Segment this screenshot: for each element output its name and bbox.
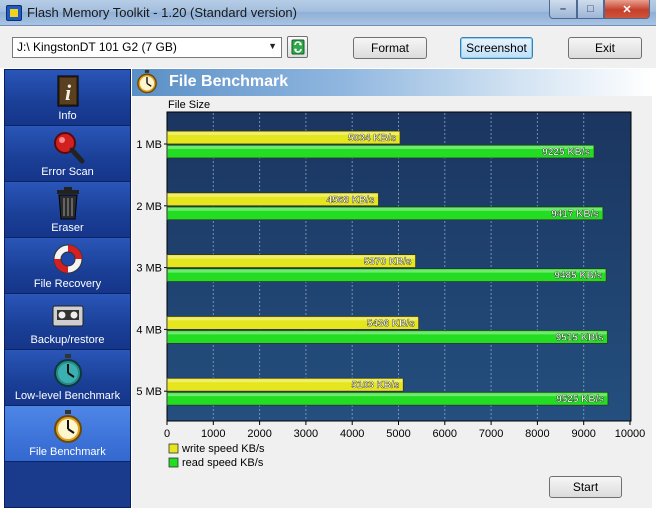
legend-swatch (168, 457, 179, 468)
x-tick-label: 7000 (479, 428, 503, 440)
bar-highlight (168, 269, 606, 273)
y-axis-title: File Size (168, 99, 210, 111)
sidebar-item-error-scan[interactable]: Error Scan (5, 126, 130, 182)
data-label: 9485 KB/s (554, 271, 602, 282)
sidebar: i Info Error Scan Eraser File Recovery B… (4, 69, 131, 508)
benchmark-chart: File Size 0 1000 2000 3000 4000 5000 6000 7000 80… (136, 99, 646, 469)
data-label: 9515 KB/s (556, 332, 604, 343)
sidebar-item-info[interactable]: i Info (5, 70, 130, 126)
legend-swatch (168, 443, 179, 454)
x-tick-label: 5000 (386, 428, 410, 440)
stopwatch-icon (54, 410, 82, 443)
sidebar-item-low-level-benchmark[interactable]: Low-level Benchmark (5, 350, 130, 406)
maximize-button[interactable]: □ (577, 0, 604, 19)
sidebar-item-file-benchmark[interactable]: File Benchmark (5, 406, 130, 462)
x-tick-label: 10000 (615, 428, 646, 440)
magnifier-icon (54, 132, 85, 164)
data-label: 9525 KB/s (556, 394, 604, 405)
page-title: File Benchmark (169, 73, 289, 90)
main-panel: File Benchmark File Size 0 1000 2000 3000 400… (132, 69, 652, 508)
bar-highlight (168, 207, 603, 211)
window-title: Flash Memory Toolkit - 1.20 (Standard ve… (27, 5, 297, 20)
y-tick-label: 5 MB (136, 386, 162, 398)
toolbar: J:\ KingstonDT 101 G2 (7 GB) ▼ Format Sc… (0, 26, 656, 68)
title-bar: Flash Memory Toolkit - 1.20 (Standard ve… (0, 0, 656, 26)
x-tick-label: 4000 (340, 428, 364, 440)
x-tick-label: 8000 (525, 428, 549, 440)
data-label: 9225 KB/s (542, 147, 590, 158)
sidebar-item-backup-restore[interactable]: Backup/restore (5, 294, 130, 350)
data-label: 5034 KB/s (348, 133, 396, 144)
sidebar-item-label: File Recovery (33, 278, 102, 290)
x-tick-label: 3000 (294, 428, 318, 440)
data-label: 4568 KB/s (327, 195, 375, 206)
lifebuoy-icon (53, 244, 83, 274)
data-label: 9417 KB/s (551, 209, 599, 220)
legend-label: read speed KB/s (182, 457, 264, 469)
svg-text:i: i (65, 80, 72, 105)
stopwatch-icon (137, 70, 157, 94)
y-tick-label: 4 MB (136, 324, 162, 336)
bar-highlight (168, 393, 608, 397)
sidebar-item-label: File Benchmark (29, 446, 106, 458)
sidebar-item-label: Low-level Benchmark (14, 390, 121, 402)
sidebar-item-label: Eraser (51, 222, 84, 234)
close-button[interactable]: ✕ (604, 0, 650, 19)
app-icon (6, 5, 22, 21)
drive-select[interactable]: J:\ KingstonDT 101 G2 (7 GB) ▼ (12, 37, 282, 58)
sidebar-item-label: Backup/restore (30, 334, 105, 346)
trash-icon (57, 187, 79, 220)
data-label: 5103 KB/s (351, 380, 399, 391)
info-icon: i (57, 75, 79, 107)
y-tick-label: 3 MB (136, 263, 162, 275)
x-tick-label: 2000 (247, 428, 271, 440)
refresh-icon (291, 39, 304, 55)
format-button[interactable]: Format (353, 37, 427, 59)
screenshot-button[interactable]: Screenshot (460, 37, 533, 59)
y-tick-label: 2 MB (136, 201, 162, 213)
chevron-down-icon: ▼ (268, 41, 277, 51)
bar-highlight (168, 331, 607, 335)
y-tick-label: 1 MB (136, 139, 162, 151)
drive-select-value: J:\ KingstonDT 101 G2 (7 GB) (17, 40, 177, 54)
start-button[interactable]: Start (549, 476, 622, 498)
x-tick-label: 6000 (433, 428, 457, 440)
data-label: 5370 KB/s (364, 257, 412, 268)
tape-icon (52, 305, 84, 327)
sidebar-item-label: Info (58, 110, 77, 122)
stopwatch-icon (54, 354, 82, 387)
sidebar-item-label: Error Scan (41, 166, 94, 178)
bar-highlight (168, 146, 594, 149)
panel-header: File Benchmark (132, 69, 652, 96)
legend-label: write speed KB/s (181, 443, 265, 455)
data-label: 5436 KB/s (367, 318, 415, 329)
sidebar-item-file-recovery[interactable]: File Recovery (5, 238, 130, 294)
refresh-drives-button[interactable] (287, 36, 308, 58)
minimize-button[interactable]: – (549, 0, 577, 19)
sidebar-item-eraser[interactable]: Eraser (5, 182, 130, 238)
x-tick-label: 0 (164, 428, 170, 440)
x-tick-label: 1000 (201, 428, 225, 440)
exit-button[interactable]: Exit (568, 37, 642, 59)
x-tick-label: 9000 (571, 428, 595, 440)
